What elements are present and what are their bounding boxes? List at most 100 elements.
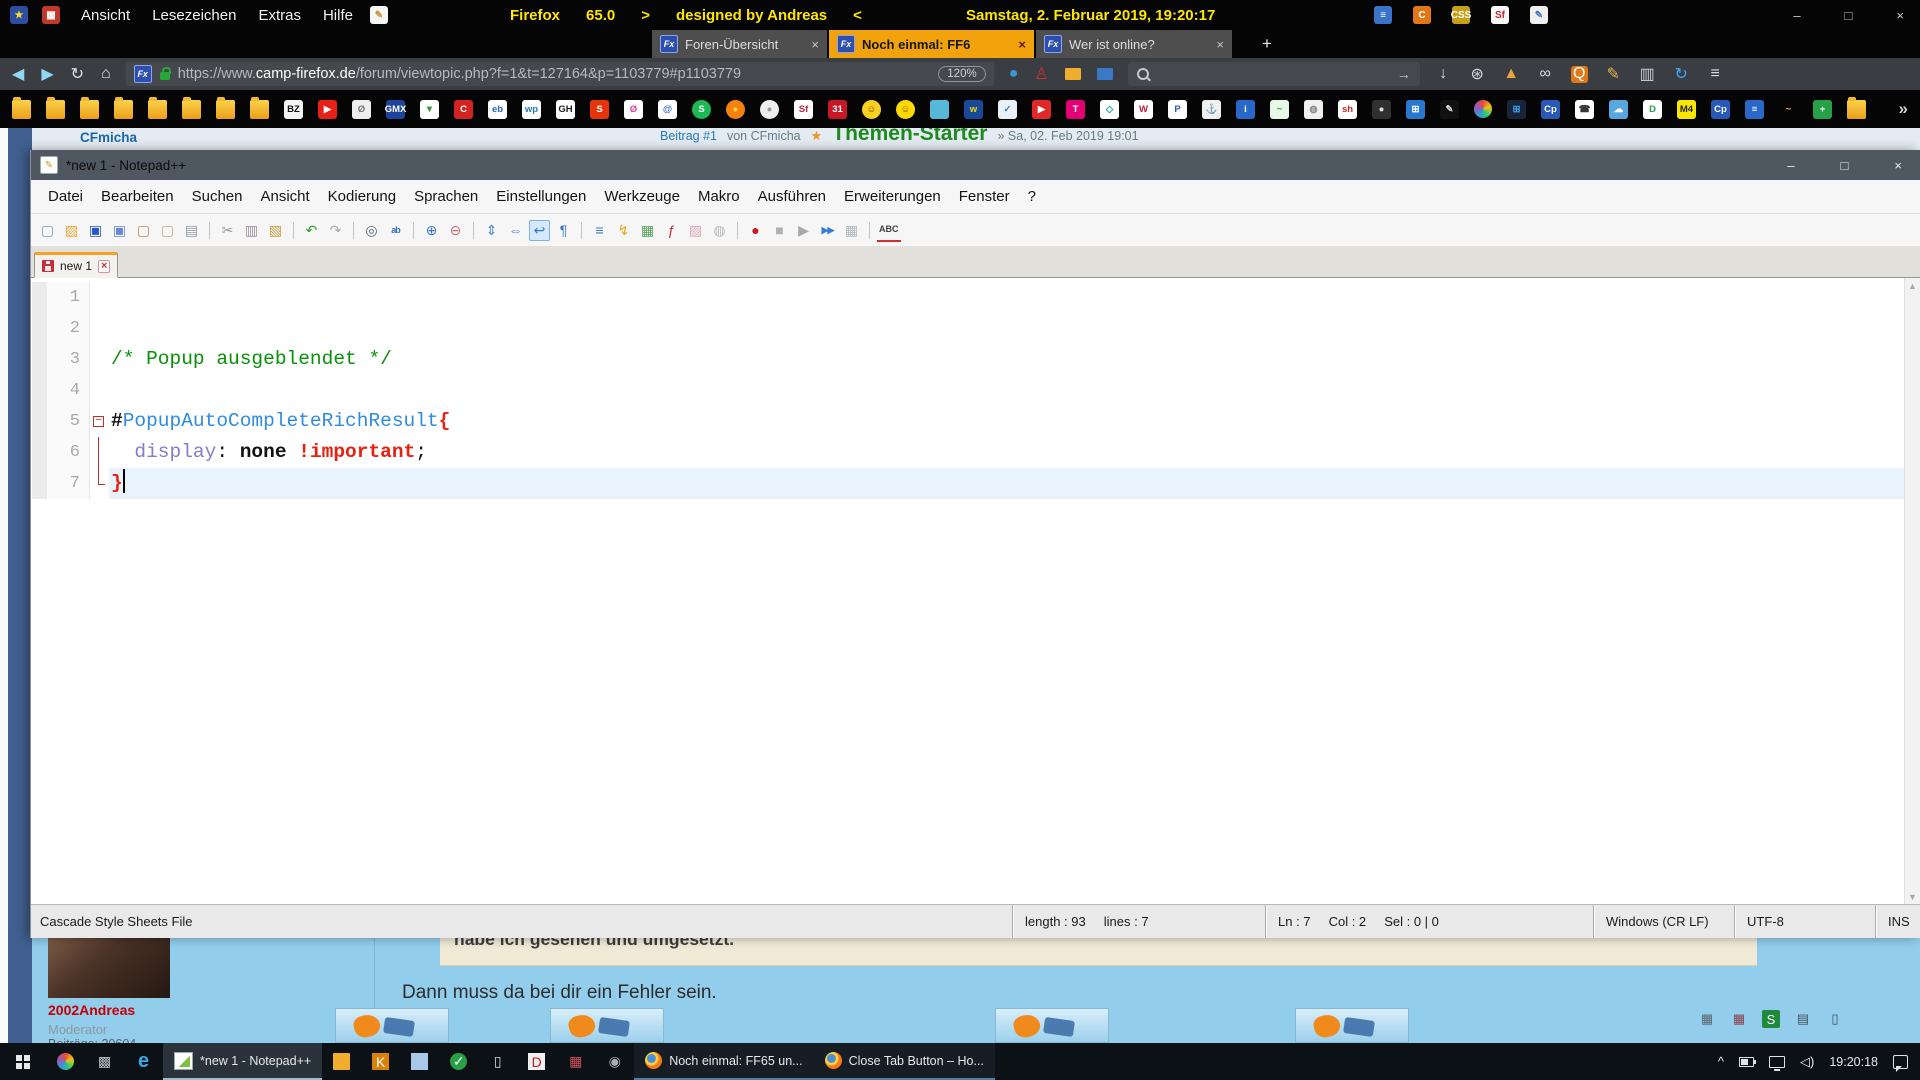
open-file-icon[interactable]: ▨ xyxy=(61,220,82,241)
status-insert-mode[interactable]: INS xyxy=(1875,905,1920,938)
toolbar-separator[interactable] xyxy=(473,222,474,239)
volume-icon[interactable]: ◁) xyxy=(1800,1054,1814,1070)
network-icon[interactable] xyxy=(1769,1056,1785,1068)
script-addon-icon[interactable]: Sf xyxy=(1491,6,1509,24)
zoom-in-icon[interactable]: ⊕ xyxy=(421,220,442,241)
bookmark-w-red[interactable]: W xyxy=(1134,100,1153,119)
back-button[interactable]: ◀ xyxy=(12,64,24,84)
folder-yellow-icon[interactable] xyxy=(1065,68,1081,80)
menu-icon[interactable]: ≡ xyxy=(1707,66,1724,83)
url-text[interactable]: https://www.camp-firefox.de/forum/viewto… xyxy=(178,66,931,82)
menu-item[interactable]: Erweiterungen xyxy=(835,188,950,205)
bookmark-folder[interactable] xyxy=(46,100,65,119)
bookmark-folder[interactable] xyxy=(114,100,133,119)
replace-icon[interactable]: ab xyxy=(385,220,406,241)
bookmark-folder[interactable] xyxy=(12,100,31,119)
bookmark-smiley[interactable]: ☺ xyxy=(896,100,915,119)
post-ref-link[interactable]: Beitrag #1 xyxy=(660,129,717,143)
bookmark-m4[interactable]: M4 xyxy=(1677,100,1696,119)
bookmark-w-gold[interactable]: w xyxy=(964,100,983,119)
code-text[interactable]: display: none !important; xyxy=(109,437,1920,468)
macro-stop-icon[interactable]: ■ xyxy=(769,220,790,241)
indent-guide-icon[interactable]: ≡ xyxy=(589,220,610,241)
bookmark-folder[interactable] xyxy=(216,100,235,119)
bookmark-telekom[interactable]: T xyxy=(1066,100,1085,119)
taskbar-clock[interactable]: 19:20:18 xyxy=(1829,1055,1878,1069)
edit-addon-icon[interactable]: ✎ xyxy=(1605,66,1622,83)
save-all-icon[interactable]: ▣ xyxy=(109,220,130,241)
bookmark-cp2[interactable]: Cp xyxy=(1711,100,1730,119)
code-text[interactable] xyxy=(109,313,1920,344)
bookmark-curved[interactable]: C xyxy=(454,100,473,119)
bookmark-folder[interactable] xyxy=(148,100,167,119)
sidebar-addon-icon[interactable]: ≡ xyxy=(1374,6,1392,24)
tab-close-icon[interactable]: × xyxy=(98,260,110,273)
edge-icon[interactable]: e xyxy=(124,1043,163,1080)
bookmark-folder[interactable] xyxy=(80,100,99,119)
menu-item[interactable]: Lesezeichen xyxy=(141,7,247,24)
bookmark-phone[interactable]: ☎ xyxy=(1575,100,1594,119)
menu-item[interactable]: Sprachen xyxy=(405,188,487,205)
bookmark-ring[interactable]: ◍ xyxy=(1304,100,1323,119)
shortcut-mapper-icon[interactable]: ↯ xyxy=(613,220,634,241)
bookmark-sparkasse[interactable]: S xyxy=(590,100,609,119)
taskbar-task-firefox-2[interactable]: Close Tab Button – Ho... xyxy=(814,1043,995,1080)
tv-app-icon[interactable]: ▦ xyxy=(556,1043,595,1080)
note-icon[interactable]: ✎ xyxy=(370,6,388,24)
refresh-addon-icon[interactable]: ↻ xyxy=(1673,66,1690,83)
menu-item[interactable]: Ausführen xyxy=(749,188,835,205)
code-text[interactable]: /* Popup ausgeblendet */ xyxy=(109,344,1920,375)
home-button[interactable]: ⌂ xyxy=(101,65,111,83)
settings-gear-icon[interactable]: ⊛ xyxy=(1469,66,1486,83)
macro-save-icon[interactable]: ▦ xyxy=(841,220,862,241)
menu-item[interactable]: Suchen xyxy=(183,188,252,205)
fold-margin[interactable] xyxy=(90,282,109,313)
bookmark-cp[interactable]: Cp xyxy=(1541,100,1560,119)
bookmark-folder[interactable] xyxy=(250,100,269,119)
bookmark-plus[interactable]: + xyxy=(1813,100,1832,119)
toolbar-separator[interactable] xyxy=(581,222,582,239)
menu-item[interactable]: Ansicht xyxy=(251,188,318,205)
bookmark-palm[interactable] xyxy=(930,100,949,119)
menu-item[interactable]: Einstellungen xyxy=(487,188,595,205)
search-input[interactable]: → xyxy=(1128,62,1420,86)
forward-button[interactable]: ▶ xyxy=(41,64,53,84)
fold-margin[interactable] xyxy=(90,375,109,406)
macro-record-icon[interactable]: ● xyxy=(745,220,766,241)
forum-stat-icon[interactable]: ▦ xyxy=(1698,1010,1716,1028)
close-file-icon[interactable]: ▢ xyxy=(133,220,154,241)
bookmark-clipboard[interactable]: ✓ xyxy=(998,100,1017,119)
menu-item[interactable]: Hilfe xyxy=(312,7,364,24)
device-app-icon[interactable]: ▯ xyxy=(478,1043,517,1080)
menu-item[interactable]: Extras xyxy=(247,7,312,24)
reload-button[interactable]: ↻ xyxy=(71,64,84,84)
tab-close-icon[interactable]: × xyxy=(1216,37,1224,52)
print-icon[interactable]: ▤ xyxy=(181,220,202,241)
bookmark-circle[interactable]: Ø xyxy=(352,100,371,119)
toolbar-separator[interactable] xyxy=(413,222,414,239)
menu-item[interactable]: Fenster xyxy=(950,188,1019,205)
menu-item[interactable]: ? xyxy=(1019,188,1045,205)
bookmark-info[interactable]: i xyxy=(1236,100,1255,119)
sync-vertical-icon[interactable]: ⇕ xyxy=(481,220,502,241)
action-center-icon[interactable] xyxy=(1893,1055,1908,1069)
browser-tab[interactable]: Fx Noch einmal: FF6 × xyxy=(829,30,1034,58)
bookmark-download[interactable]: ▼ xyxy=(420,100,439,119)
bookmark-p[interactable]: P xyxy=(1168,100,1187,119)
browser-tab[interactable]: Fx Wer ist online? × xyxy=(1036,30,1232,58)
minimize-icon[interactable]: – xyxy=(1787,158,1794,173)
word-wrap-icon[interactable]: ↩ xyxy=(529,220,550,241)
fold-margin[interactable] xyxy=(90,437,109,468)
folder-blue-icon[interactable] xyxy=(1097,68,1113,80)
explorer-icon[interactable] xyxy=(322,1043,361,1080)
close-icon[interactable]: × xyxy=(1894,158,1902,173)
d-tool-icon[interactable]: D xyxy=(517,1043,556,1080)
new-tab-button[interactable]: + xyxy=(1262,30,1272,58)
lock-icon[interactable] xyxy=(160,72,170,80)
bookmark-cloud[interactable]: ☁ xyxy=(1609,100,1628,119)
folder-workspace-icon[interactable]: ▨ xyxy=(685,220,706,241)
bookmark-pink[interactable]: Ø xyxy=(624,100,643,119)
start-button[interactable] xyxy=(0,1043,46,1080)
bookmark-star-icon[interactable]: ★ xyxy=(10,6,28,24)
code-editor[interactable]: 1 2 3 /* Popup ausgeblendet */ xyxy=(32,278,1920,905)
